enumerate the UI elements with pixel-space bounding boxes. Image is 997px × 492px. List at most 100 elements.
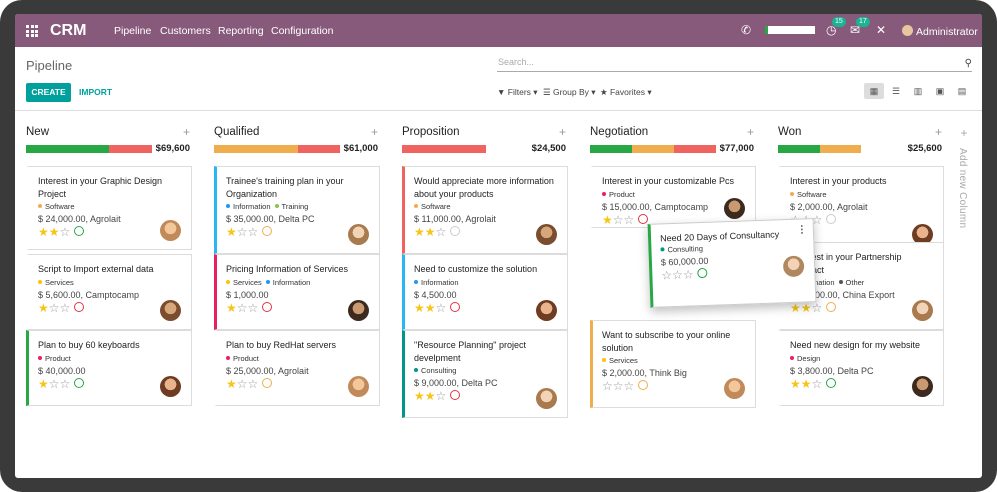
apps-grid-icon[interactable] [26,25,38,37]
salesperson-avatar[interactable] [348,300,369,321]
favorites-dropdown[interactable]: ★ Favorites ▾ [600,87,652,98]
activity-status-icon[interactable] [638,213,649,224]
quick-create-icon[interactable]: + [935,125,942,139]
activity-status-icon[interactable] [697,267,708,279]
star-icon[interactable]: ★ [226,377,237,391]
star-icon[interactable]: ☆ [624,379,635,393]
star-icon[interactable]: ☆ [49,301,60,315]
star-icon[interactable]: ☆ [602,379,613,393]
app-brand[interactable]: CRM [50,22,86,40]
column-title[interactable]: Negotiation [590,126,648,138]
salesperson-avatar[interactable] [536,224,557,245]
activity-status-icon[interactable] [450,301,461,312]
star-icon[interactable]: ★ [38,301,49,315]
activity-status-icon[interactable] [638,380,649,390]
column-title[interactable]: Proposition [402,126,460,138]
star-icon[interactable]: ★ [414,301,425,315]
progress-segment[interactable] [631,145,675,153]
menu-customers[interactable]: Customers [160,25,211,37]
opportunity-card[interactable]: Would appreciate more information about … [402,166,568,254]
search-input[interactable]: Search... ⚲ [497,57,972,72]
star-icon[interactable]: ☆ [812,377,823,391]
column-progress-bar[interactable] [778,145,904,153]
salesperson-avatar[interactable] [912,376,933,397]
user-menu[interactable]: Administrator [902,25,978,38]
salesperson-avatar[interactable] [160,220,181,241]
star-icon[interactable]: ☆ [436,389,447,403]
activity-status-icon[interactable] [450,390,461,400]
opportunity-card[interactable]: Need to customize the solution Informatio… [402,254,568,330]
quick-create-icon[interactable]: + [559,125,566,139]
column-progress-bar[interactable] [214,145,340,153]
group-by-dropdown[interactable]: ☰ Group By ▾ [543,87,596,98]
star-icon[interactable]: ☆ [248,225,259,239]
opportunity-card[interactable]: Pricing Information of Services Services I… [214,254,380,330]
activity-status-icon[interactable] [262,377,273,388]
activity-icon[interactable]: ◷ 15 [826,17,846,37]
star-icon[interactable]: ☆ [237,225,248,239]
salesperson-avatar[interactable] [160,376,181,397]
star-icon[interactable]: ★ [414,389,425,403]
activity-status-icon[interactable] [262,301,273,312]
activity-status-icon[interactable] [826,377,837,388]
import-button[interactable]: IMPORT [79,87,112,97]
column-title[interactable]: Qualified [214,126,259,138]
quick-create-icon[interactable]: + [183,125,190,139]
opportunity-card[interactable]: Plan to buy 60 keyboards Product $ 40,000.… [26,330,192,406]
column-progress-bar[interactable] [26,145,152,153]
create-button[interactable]: CREATE [26,83,71,102]
opportunity-card[interactable]: Need new design for my website Design $ 3,… [778,330,944,406]
menu-reporting[interactable]: Reporting [218,25,264,37]
star-icon[interactable]: ★ [801,301,812,315]
star-icon[interactable]: ★ [38,225,49,239]
activity-status-icon[interactable] [74,226,85,236]
star-icon[interactable]: ☆ [613,213,624,227]
star-icon[interactable]: ☆ [613,379,624,393]
opportunity-card[interactable]: Script to Import external data Services $ … [26,254,192,330]
column-title[interactable]: Won [778,126,801,138]
filters-dropdown[interactable]: ▼ Filters ▾ [497,87,538,98]
menu-pipeline[interactable]: Pipeline [114,25,151,37]
quick-create-icon[interactable]: + [747,125,754,139]
search-icon[interactable]: ⚲ [965,58,972,69]
star-icon[interactable]: ★ [425,301,436,315]
star-icon[interactable]: ★ [790,301,801,315]
add-column[interactable]: + Add new Column [957,126,971,228]
star-icon[interactable]: ☆ [60,225,71,239]
progress-segment[interactable] [778,145,820,153]
star-icon[interactable]: ★ [602,213,613,227]
card-menu-icon[interactable]: ⋮ [797,224,807,235]
star-icon[interactable]: ★ [226,225,237,239]
calendar-view-icon[interactable]: ▣ [930,83,950,99]
star-icon[interactable]: ☆ [49,377,60,391]
salesperson-avatar[interactable] [160,300,181,321]
star-icon[interactable]: ★ [790,377,801,391]
star-icon[interactable]: ☆ [248,301,259,315]
close-icon[interactable]: ✕ [876,23,886,37]
star-icon[interactable]: ★ [801,377,812,391]
star-icon[interactable]: ☆ [436,225,447,239]
salesperson-avatar[interactable] [724,378,745,399]
salesperson-avatar[interactable] [536,300,557,321]
opportunity-card[interactable]: Trainee's training plan in your Organiza… [214,166,380,254]
star-icon[interactable]: ☆ [436,301,447,315]
opportunity-card[interactable]: Want to subscribe to your online solutio… [590,320,756,408]
graph-view-icon[interactable]: ▥ [908,83,928,99]
activity-status-icon[interactable] [262,226,273,236]
dragging-card[interactable]: ⋮ Need 20 Days of Consultancy Consulting… [647,218,817,308]
quick-create-icon[interactable]: + [371,125,378,139]
activity-status-icon[interactable] [826,302,837,312]
activity-status-icon[interactable] [74,301,85,312]
chat-icon[interactable]: ✉ 17 [850,17,870,37]
pivot-view-icon[interactable]: ▤ [952,83,972,99]
phone-icon[interactable]: ✆ [741,23,751,37]
star-icon[interactable]: ☆ [237,301,248,315]
star-icon[interactable]: ★ [49,225,60,239]
list-view-icon[interactable]: ☰ [886,83,906,99]
star-icon[interactable]: ☆ [60,377,71,391]
star-icon[interactable]: ☆ [248,377,259,391]
activity-status-icon[interactable] [74,377,85,388]
progress-segment[interactable] [590,145,632,153]
kanban-view-icon[interactable]: ▦ [864,83,884,99]
column-title[interactable]: New [26,126,49,138]
